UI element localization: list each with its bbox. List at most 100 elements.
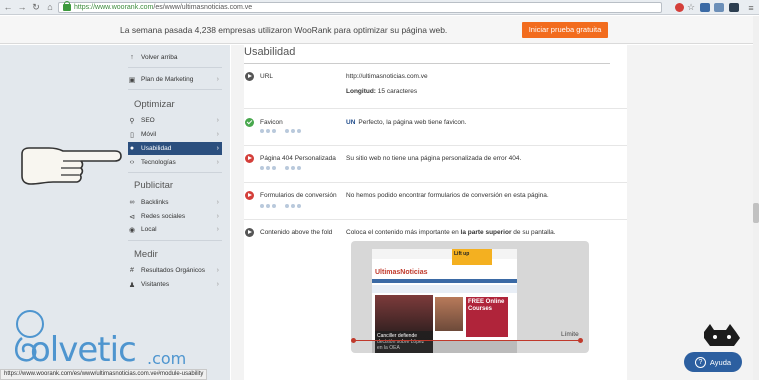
share-icon: ⊲ bbox=[129, 213, 135, 221]
home-icon[interactable]: ⌂ bbox=[44, 1, 56, 13]
fold-text-post: de su pantalla. bbox=[511, 229, 556, 236]
help-button[interactable]: ? Ayuda bbox=[684, 352, 742, 372]
address-bar[interactable]: https://www.woorank.com/es/www/ultimasno… bbox=[58, 1, 662, 13]
sidebar-item-visitors[interactable]: ♟ Visitantes › bbox=[128, 278, 222, 291]
code-icon: ‹› bbox=[129, 159, 135, 166]
chevron-right-icon: › bbox=[216, 117, 219, 124]
row-divider bbox=[244, 145, 627, 146]
length-label: Longitud: bbox=[346, 88, 376, 95]
importance-dots bbox=[260, 166, 301, 170]
below-fold-shade bbox=[372, 341, 517, 353]
sidebar-divider bbox=[128, 172, 222, 173]
sidebar-item-label: Usabilidad bbox=[141, 145, 172, 152]
question-icon: ? bbox=[694, 356, 706, 368]
search-icon: ⚲ bbox=[129, 117, 135, 125]
sidebar-item-backlinks[interactable]: ∞ Backlinks › bbox=[128, 196, 222, 209]
row-divider bbox=[244, 182, 627, 183]
error-status-icon bbox=[245, 191, 254, 200]
chevron-right-icon: › bbox=[216, 213, 219, 220]
row-value-fold: Coloca el contenido más importante en la… bbox=[346, 229, 556, 236]
url-path: /es/www/ultimasnoticias.com.ve bbox=[153, 4, 253, 11]
sidebar-heading-medir: Medir bbox=[134, 249, 158, 260]
site-screenshot: Lift up UltimasNoticias Canciller defien… bbox=[372, 249, 517, 353]
hashtag-icon: # bbox=[130, 267, 134, 274]
sidebar-divider bbox=[128, 240, 222, 241]
screenshot-promo: FREE Online Courses bbox=[466, 297, 508, 337]
screenshot-ad: Lift up bbox=[452, 249, 492, 265]
sidebar-item-label: Local bbox=[141, 226, 157, 233]
logo-part-b: Noticias bbox=[400, 269, 428, 276]
fold-line bbox=[353, 340, 581, 341]
chevron-right-icon: › bbox=[216, 159, 219, 166]
screenshot-logo: UltimasNoticias bbox=[375, 269, 428, 276]
sidebar-item-social[interactable]: ⊲ Redes sociales › bbox=[128, 210, 222, 223]
sidebar-item-technologies[interactable]: ‹› Tecnologías › bbox=[128, 156, 222, 169]
scrollbar-track[interactable] bbox=[753, 16, 759, 380]
sidebar-heading-publicitar: Publicitar bbox=[134, 180, 174, 191]
status-bar: https://www.woorank.com/es/www/ultimasno… bbox=[0, 369, 208, 380]
chevron-right-icon: › bbox=[216, 199, 219, 206]
row-label-forms: Formularios de conversión bbox=[260, 192, 337, 199]
row-divider bbox=[244, 219, 627, 220]
row-value-forms: No hemos podido encontrar formularios de… bbox=[346, 192, 549, 199]
mobile-icon: ▯ bbox=[130, 131, 134, 139]
row-value-favicon: UN Perfecto, la página web tiene favicon. bbox=[346, 119, 466, 126]
row-detail-url: Longitud: 15 caracteres bbox=[346, 88, 417, 95]
visitors-icon: ♟ bbox=[128, 281, 136, 289]
menu-icon[interactable]: ≡ bbox=[745, 2, 757, 14]
sidebar-heading-optimizar: Optimizar bbox=[134, 99, 175, 110]
sidebar-item-marketing-plan[interactable]: ▣ Plan de Marketing › bbox=[128, 73, 222, 86]
row-label-404: Página 404 Personalizada bbox=[260, 155, 336, 162]
sidebar-item-label: Volver arriba bbox=[141, 54, 178, 61]
chevron-right-icon: › bbox=[216, 267, 219, 274]
sidebar-item-organic-results[interactable]: # Resultados Orgánicos › bbox=[128, 264, 222, 277]
info-status-icon bbox=[245, 72, 254, 81]
screenshot-nav bbox=[372, 279, 517, 283]
arrow-up-icon: ↑ bbox=[130, 54, 134, 61]
favicon-text: Perfecto, la página web tiene favicon. bbox=[358, 119, 467, 126]
sidebar-item-label: Redes sociales bbox=[141, 213, 186, 220]
chevron-right-icon: › bbox=[216, 145, 219, 152]
fold-text-pre: Coloca el contenido más importante en bbox=[346, 229, 461, 236]
importance-dots bbox=[260, 204, 301, 208]
row-label-url: URL bbox=[260, 73, 274, 80]
sidebar-divider bbox=[128, 67, 222, 68]
reload-icon[interactable]: ↻ bbox=[30, 1, 42, 13]
document-icon: ▣ bbox=[128, 76, 136, 84]
row-divider bbox=[244, 108, 627, 109]
sidebar-item-local[interactable]: ◉ Local › bbox=[128, 223, 222, 236]
back-arrow-icon[interactable]: ← bbox=[2, 1, 14, 13]
extension-alert-icon[interactable] bbox=[675, 3, 684, 12]
free-trial-button[interactable]: Iniciar prueba gratuita bbox=[522, 22, 608, 38]
help-label: Ayuda bbox=[709, 357, 732, 367]
screenshot-header bbox=[372, 249, 517, 259]
chevron-right-icon: › bbox=[216, 131, 219, 138]
sidebar-item-seo[interactable]: ⚲ SEO › bbox=[128, 114, 222, 127]
url-host: https://www.woorank.com bbox=[74, 4, 154, 11]
sidebar-item-mobile[interactable]: ▯ Móvil › bbox=[128, 128, 222, 141]
forward-arrow-icon[interactable]: → bbox=[16, 1, 28, 13]
extension-icon[interactable] bbox=[714, 3, 724, 12]
title-divider bbox=[244, 63, 610, 64]
importance-dots bbox=[260, 129, 301, 133]
extension-icon[interactable] bbox=[700, 3, 710, 12]
sidebar-item-label: Visitantes bbox=[141, 281, 170, 288]
banner-text: La semana pasada 4,238 empresas utilizar… bbox=[120, 25, 448, 35]
row-value-url: http://ultimasnoticias.com.ve bbox=[346, 73, 428, 80]
section-title: Usabilidad bbox=[244, 46, 296, 58]
logo-part-a: Ultimas bbox=[375, 269, 401, 276]
sidebar-item-label: Backlinks bbox=[141, 199, 169, 206]
extension-icon[interactable] bbox=[729, 3, 739, 12]
error-status-icon bbox=[245, 154, 254, 163]
watermark-suffix: .com bbox=[147, 349, 187, 368]
sidebar-item-usability[interactable]: ● Usabilidad › bbox=[128, 142, 222, 155]
chevron-right-icon: › bbox=[216, 281, 219, 288]
sidebar-item-label: Plan de Marketing bbox=[141, 76, 194, 83]
sidebar-item-label: Tecnologías bbox=[141, 159, 176, 166]
sidebar-item-back-to-top[interactable]: ↑ Volver arriba bbox=[128, 51, 222, 64]
bookmark-star-icon[interactable]: ☆ bbox=[687, 3, 697, 12]
scrollbar-thumb[interactable] bbox=[753, 203, 759, 223]
sidebar-item-label: Resultados Orgánicos bbox=[141, 267, 205, 274]
screenshot-photo bbox=[435, 297, 463, 331]
user-icon: ● bbox=[129, 145, 135, 152]
